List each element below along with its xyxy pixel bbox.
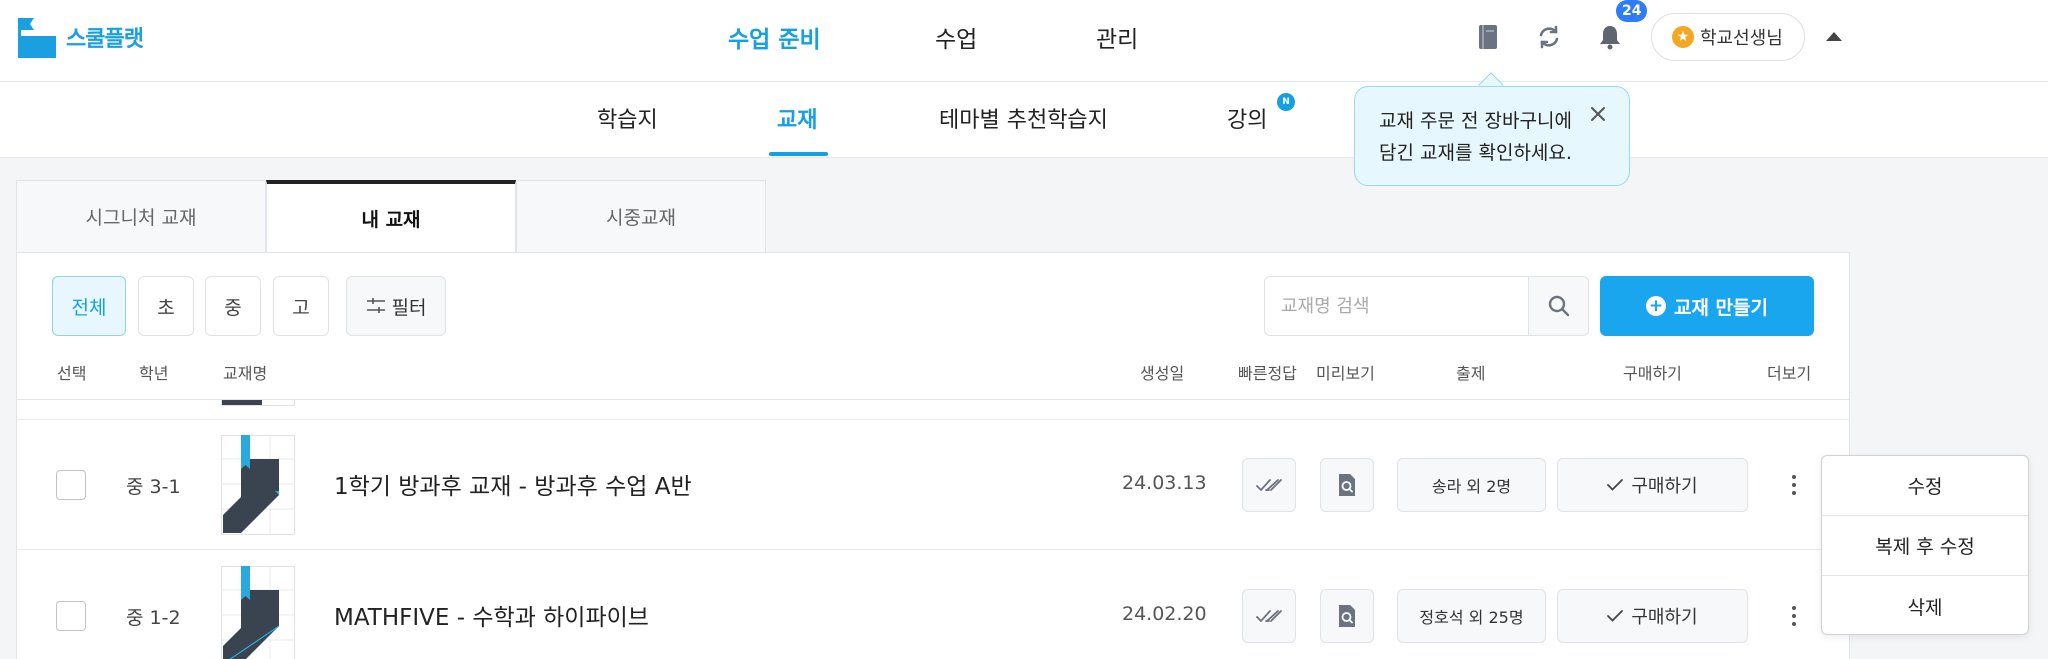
row-grade: 중 3-1 xyxy=(126,476,181,498)
quick-answer-button[interactable] xyxy=(1242,458,1296,512)
row-checkbox[interactable] xyxy=(56,601,86,631)
tab-my-textbook[interactable]: 내 교재 xyxy=(266,180,516,252)
check-icon xyxy=(1607,610,1624,622)
book-thumbnail-partial xyxy=(221,400,295,406)
new-badge: N xyxy=(1277,93,1295,111)
sub-nav-item-lecture[interactable]: 강의 xyxy=(1227,102,1267,134)
double-check-icon xyxy=(1256,610,1282,623)
table-header: 선택 학년 교재명 생성일 빠른정답 미리보기 출제 구매하기 더보기 xyxy=(16,352,1850,400)
th-assign: 출제 xyxy=(1456,364,1486,383)
star-icon: ★ xyxy=(1672,26,1694,48)
menu-item-edit[interactable]: 수정 xyxy=(1822,456,2028,516)
book-thumbnail xyxy=(221,566,295,659)
table-row-partial xyxy=(16,400,1850,420)
caret-up-icon[interactable] xyxy=(1826,32,1842,41)
tab-signature-textbook[interactable]: 시그니처 교재 xyxy=(16,180,266,252)
search-button[interactable] xyxy=(1528,276,1589,336)
preview-doc-icon xyxy=(1339,474,1355,496)
quick-answer-button[interactable] xyxy=(1242,589,1296,643)
purchase-label: 구매하기 xyxy=(1631,607,1698,628)
user-name: 학교선생님 xyxy=(1700,28,1783,49)
filter-chip-all[interactable]: 전체 xyxy=(52,276,126,336)
th-preview: 미리보기 xyxy=(1316,364,1375,383)
filter-chip-high[interactable]: 고 xyxy=(273,276,329,336)
sub-nav-item-worksheet[interactable]: 학습지 xyxy=(597,102,658,134)
tooltip-line-1: 교재 주문 전 장바구니에 xyxy=(1379,110,1572,132)
th-select: 선택 xyxy=(57,364,87,383)
preview-doc-icon xyxy=(1339,605,1355,627)
preview-button[interactable] xyxy=(1320,589,1374,643)
main-nav-item-manage[interactable]: 관리 xyxy=(1096,20,1138,54)
more-options-icon[interactable] xyxy=(1782,596,1806,636)
textbook-tabs: 시그니처 교재 내 교재 시중교재 xyxy=(16,180,766,252)
create-textbook-label: 교재 만들기 xyxy=(1673,296,1768,319)
book-thumbnail xyxy=(221,435,295,535)
logo-flag-icon xyxy=(16,14,58,60)
purchase-label: 구매하기 xyxy=(1631,476,1698,497)
logo-text: 스쿨플랫 xyxy=(66,27,144,52)
textbook-search-input[interactable] xyxy=(1264,276,1528,336)
menu-item-delete[interactable]: 삭제 xyxy=(1822,576,2028,636)
preview-button[interactable] xyxy=(1320,458,1374,512)
th-grade: 학년 xyxy=(139,364,169,383)
user-profile-button[interactable]: ★ 학교선생님 xyxy=(1651,13,1805,61)
book-icon[interactable] xyxy=(1470,19,1506,55)
refresh-icon[interactable] xyxy=(1531,19,1567,55)
menu-item-duplicate-edit[interactable]: 복제 후 수정 xyxy=(1822,516,2028,576)
th-created: 생성일 xyxy=(1140,364,1185,383)
row-grade: 중 1-2 xyxy=(126,607,181,629)
sub-nav-item-textbook[interactable]: 교재 xyxy=(777,102,817,134)
row-checkbox[interactable] xyxy=(56,470,86,500)
row-title[interactable]: 1학기 방과후 교재 - 방과후 수업 A반 xyxy=(334,467,692,501)
purchase-button[interactable]: 구매하기 xyxy=(1557,458,1748,512)
purchase-button[interactable]: 구매하기 xyxy=(1557,589,1748,643)
app-logo[interactable]: 스쿨플랫 xyxy=(16,14,144,60)
close-icon[interactable] xyxy=(1588,104,1608,124)
sliders-icon xyxy=(366,298,385,313)
sub-nav-item-theme-worksheet[interactable]: 테마별 추천학습지 xyxy=(939,102,1108,134)
assign-button[interactable]: 정호석 외 25명 xyxy=(1397,589,1546,643)
cart-tooltip: 교재 주문 전 장바구니에 담긴 교재를 확인하세요. xyxy=(1354,86,1630,186)
filter-label: 필터 xyxy=(391,296,427,319)
sub-nav: 학습지 교재 테마별 추천학습지 강의 N xyxy=(0,82,2048,158)
table-row: 중 1-2 MATHFIVE - 수학과 하이파이브 24.02.20 정호석 … xyxy=(16,551,1850,659)
check-icon xyxy=(1607,479,1624,491)
th-more: 더보기 xyxy=(1767,364,1812,383)
more-options-icon[interactable] xyxy=(1782,465,1806,505)
filter-chip-middle[interactable]: 중 xyxy=(205,276,261,336)
search-icon xyxy=(1548,295,1569,317)
main-nav-item-lesson[interactable]: 수업 xyxy=(935,20,977,54)
bell-icon[interactable] xyxy=(1592,19,1628,55)
tab-market-textbook[interactable]: 시중교재 xyxy=(516,180,766,252)
plus-circle-icon: + xyxy=(1645,296,1666,316)
active-tab-underline xyxy=(769,152,828,156)
filter-button[interactable]: 필터 xyxy=(346,276,446,336)
th-quick-answer: 빠른정답 xyxy=(1238,364,1297,383)
table-row: 중 3-1 1학기 방과후 교재 - 방과후 수업 A반 24.03.13 송라… xyxy=(16,420,1850,550)
assign-button[interactable]: 송라 외 2명 xyxy=(1397,458,1546,512)
row-title[interactable]: MATHFIVE - 수학과 하이파이브 xyxy=(334,598,649,632)
row-date: 24.03.13 xyxy=(1122,472,1207,494)
th-name: 교재명 xyxy=(223,364,268,383)
tooltip-line-2: 담긴 교재를 확인하세요. xyxy=(1379,142,1572,164)
create-textbook-button[interactable]: + 교재 만들기 xyxy=(1600,276,1814,336)
filter-chip-elementary[interactable]: 초 xyxy=(138,276,194,336)
th-purchase: 구매하기 xyxy=(1623,364,1682,383)
double-check-icon xyxy=(1256,479,1282,492)
more-options-menu: 수정 복제 후 수정 삭제 xyxy=(1821,455,2029,635)
row-date: 24.02.20 xyxy=(1122,603,1207,625)
main-nav-item-lesson-prep[interactable]: 수업 준비 xyxy=(728,20,821,54)
notification-count-badge: 24 xyxy=(1616,0,1648,22)
top-header: 스쿨플랫 수업 준비 수업 관리 24 ★ 학교선생님 xyxy=(0,0,2048,82)
